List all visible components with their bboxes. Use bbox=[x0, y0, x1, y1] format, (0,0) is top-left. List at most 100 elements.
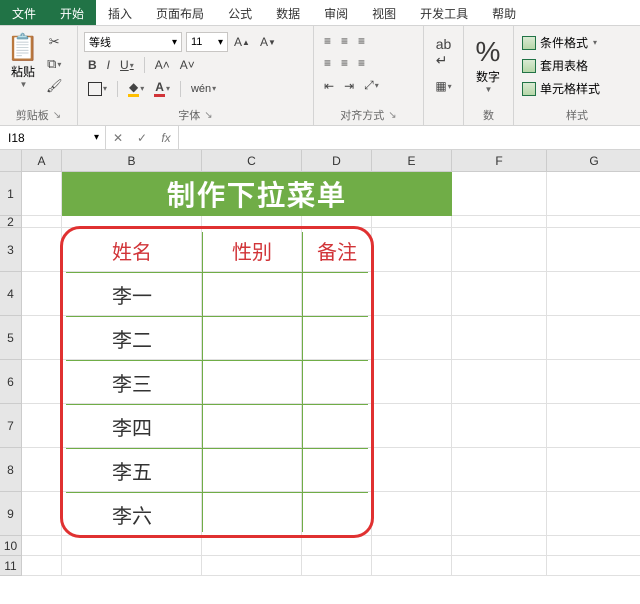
data-cell[interactable]: 李四 bbox=[62, 404, 202, 448]
cell[interactable] bbox=[22, 316, 62, 360]
col-header-E[interactable]: E bbox=[372, 150, 452, 172]
phonetic-button[interactable]: wén▾ bbox=[187, 81, 220, 97]
cell[interactable] bbox=[372, 316, 452, 360]
cell[interactable] bbox=[547, 216, 640, 228]
data-cell[interactable]: 李一 bbox=[62, 272, 202, 316]
tab-view[interactable]: 视图 bbox=[360, 0, 408, 25]
decrease-font-button[interactable]: A▼ bbox=[256, 33, 280, 51]
cell[interactable] bbox=[22, 228, 62, 272]
formula-input[interactable] bbox=[179, 126, 640, 149]
increase-font-button[interactable]: A▲ bbox=[230, 33, 254, 51]
increase-indent-button[interactable]: ⇥ bbox=[340, 77, 358, 95]
cell[interactable] bbox=[372, 404, 452, 448]
launcher-icon[interactable]: ↘ bbox=[204, 110, 212, 121]
fill-color-button[interactable]: ◆▾ bbox=[124, 78, 148, 99]
row-header-3[interactable]: 3 bbox=[0, 228, 22, 272]
cell[interactable] bbox=[372, 360, 452, 404]
data-cell[interactable]: 李三 bbox=[62, 360, 202, 404]
col-header-F[interactable]: F bbox=[452, 150, 547, 172]
align-top-button[interactable]: ≡ bbox=[320, 32, 335, 50]
wrap-text-button[interactable]: ab↵ bbox=[432, 34, 456, 71]
cell[interactable] bbox=[452, 228, 547, 272]
tab-formulas[interactable]: 公式 bbox=[216, 0, 264, 25]
tab-help[interactable]: 帮助 bbox=[480, 0, 528, 25]
align-middle-button[interactable]: ≡ bbox=[337, 32, 352, 50]
row-header-7[interactable]: 7 bbox=[0, 404, 22, 448]
row-header-1[interactable]: 1 bbox=[0, 172, 22, 216]
cell[interactable] bbox=[452, 404, 547, 448]
cell[interactable] bbox=[22, 172, 62, 216]
cell[interactable] bbox=[202, 316, 302, 360]
underline-button[interactable]: U▾ bbox=[116, 56, 138, 74]
cell[interactable] bbox=[547, 556, 640, 576]
orientation-button[interactable]: ⤢▾ bbox=[360, 76, 383, 95]
borders-button[interactable]: ▾ bbox=[84, 80, 111, 98]
data-cell[interactable]: 李六 bbox=[62, 492, 202, 536]
fx-button[interactable]: fx bbox=[154, 126, 178, 150]
cell[interactable] bbox=[202, 536, 302, 556]
row-header-10[interactable]: 10 bbox=[0, 536, 22, 556]
data-cell[interactable]: 李五 bbox=[62, 448, 202, 492]
cell[interactable] bbox=[62, 216, 202, 228]
worksheet[interactable]: ABCDEFG 1234567891011 制作下拉菜单姓名性别备注李一李二李三… bbox=[0, 150, 640, 604]
cell[interactable] bbox=[202, 272, 302, 316]
cell[interactable] bbox=[452, 316, 547, 360]
cell[interactable] bbox=[302, 316, 372, 360]
cell[interactable] bbox=[547, 172, 640, 216]
cell[interactable] bbox=[22, 448, 62, 492]
cell[interactable] bbox=[202, 448, 302, 492]
cell[interactable] bbox=[302, 536, 372, 556]
align-center-button[interactable]: ≡ bbox=[337, 54, 352, 72]
cell[interactable] bbox=[372, 536, 452, 556]
cell[interactable] bbox=[372, 216, 452, 228]
cell[interactable] bbox=[22, 360, 62, 404]
col-header-C[interactable]: C bbox=[202, 150, 302, 172]
increase-font-alt-button[interactable]: A˄ bbox=[151, 56, 174, 74]
cell[interactable] bbox=[452, 492, 547, 536]
cell[interactable] bbox=[302, 272, 372, 316]
enter-formula-button[interactable]: ✓ bbox=[130, 126, 154, 150]
cell[interactable] bbox=[372, 228, 452, 272]
decrease-indent-button[interactable]: ⇤ bbox=[320, 77, 338, 95]
tab-dev[interactable]: 开发工具 bbox=[408, 0, 480, 25]
cell[interactable] bbox=[302, 216, 372, 228]
row-header-2[interactable]: 2 bbox=[0, 216, 22, 228]
cell[interactable] bbox=[547, 316, 640, 360]
row-header-5[interactable]: 5 bbox=[0, 316, 22, 360]
col-header-D[interactable]: D bbox=[302, 150, 372, 172]
select-all-corner[interactable] bbox=[0, 150, 22, 172]
cell[interactable] bbox=[22, 272, 62, 316]
col-header-B[interactable]: B bbox=[62, 150, 202, 172]
cell[interactable] bbox=[62, 536, 202, 556]
tab-layout[interactable]: 页面布局 bbox=[144, 0, 216, 25]
cell[interactable] bbox=[452, 272, 547, 316]
cell-reference-input[interactable] bbox=[6, 130, 66, 146]
cell[interactable] bbox=[302, 360, 372, 404]
bold-button[interactable]: B bbox=[84, 56, 101, 74]
cell[interactable] bbox=[372, 448, 452, 492]
align-bottom-button[interactable]: ≡ bbox=[354, 32, 369, 50]
cell[interactable] bbox=[22, 404, 62, 448]
font-color-button[interactable]: A▾ bbox=[150, 78, 174, 99]
data-cell[interactable]: 李二 bbox=[62, 316, 202, 360]
font-name-select[interactable]: 等线▾ bbox=[84, 32, 182, 52]
cell[interactable] bbox=[22, 536, 62, 556]
font-size-select[interactable]: 11▾ bbox=[186, 32, 228, 52]
cell[interactable] bbox=[372, 492, 452, 536]
cell[interactable] bbox=[547, 360, 640, 404]
merge-button[interactable]: ▦▾ bbox=[431, 77, 455, 95]
cell[interactable] bbox=[22, 556, 62, 576]
tab-review[interactable]: 审阅 bbox=[312, 0, 360, 25]
chevron-down-icon[interactable]: ▾ bbox=[94, 132, 99, 143]
align-right-button[interactable]: ≡ bbox=[354, 54, 369, 72]
paste-button[interactable]: 📋 粘贴 ▼ bbox=[4, 28, 42, 89]
cell[interactable] bbox=[202, 556, 302, 576]
cell[interactable] bbox=[202, 360, 302, 404]
cell[interactable] bbox=[452, 448, 547, 492]
cell[interactable] bbox=[452, 172, 547, 216]
cell[interactable] bbox=[547, 536, 640, 556]
cell[interactable] bbox=[302, 492, 372, 536]
menu-file[interactable]: 文件 bbox=[0, 0, 48, 25]
row-header-4[interactable]: 4 bbox=[0, 272, 22, 316]
cell[interactable] bbox=[452, 536, 547, 556]
